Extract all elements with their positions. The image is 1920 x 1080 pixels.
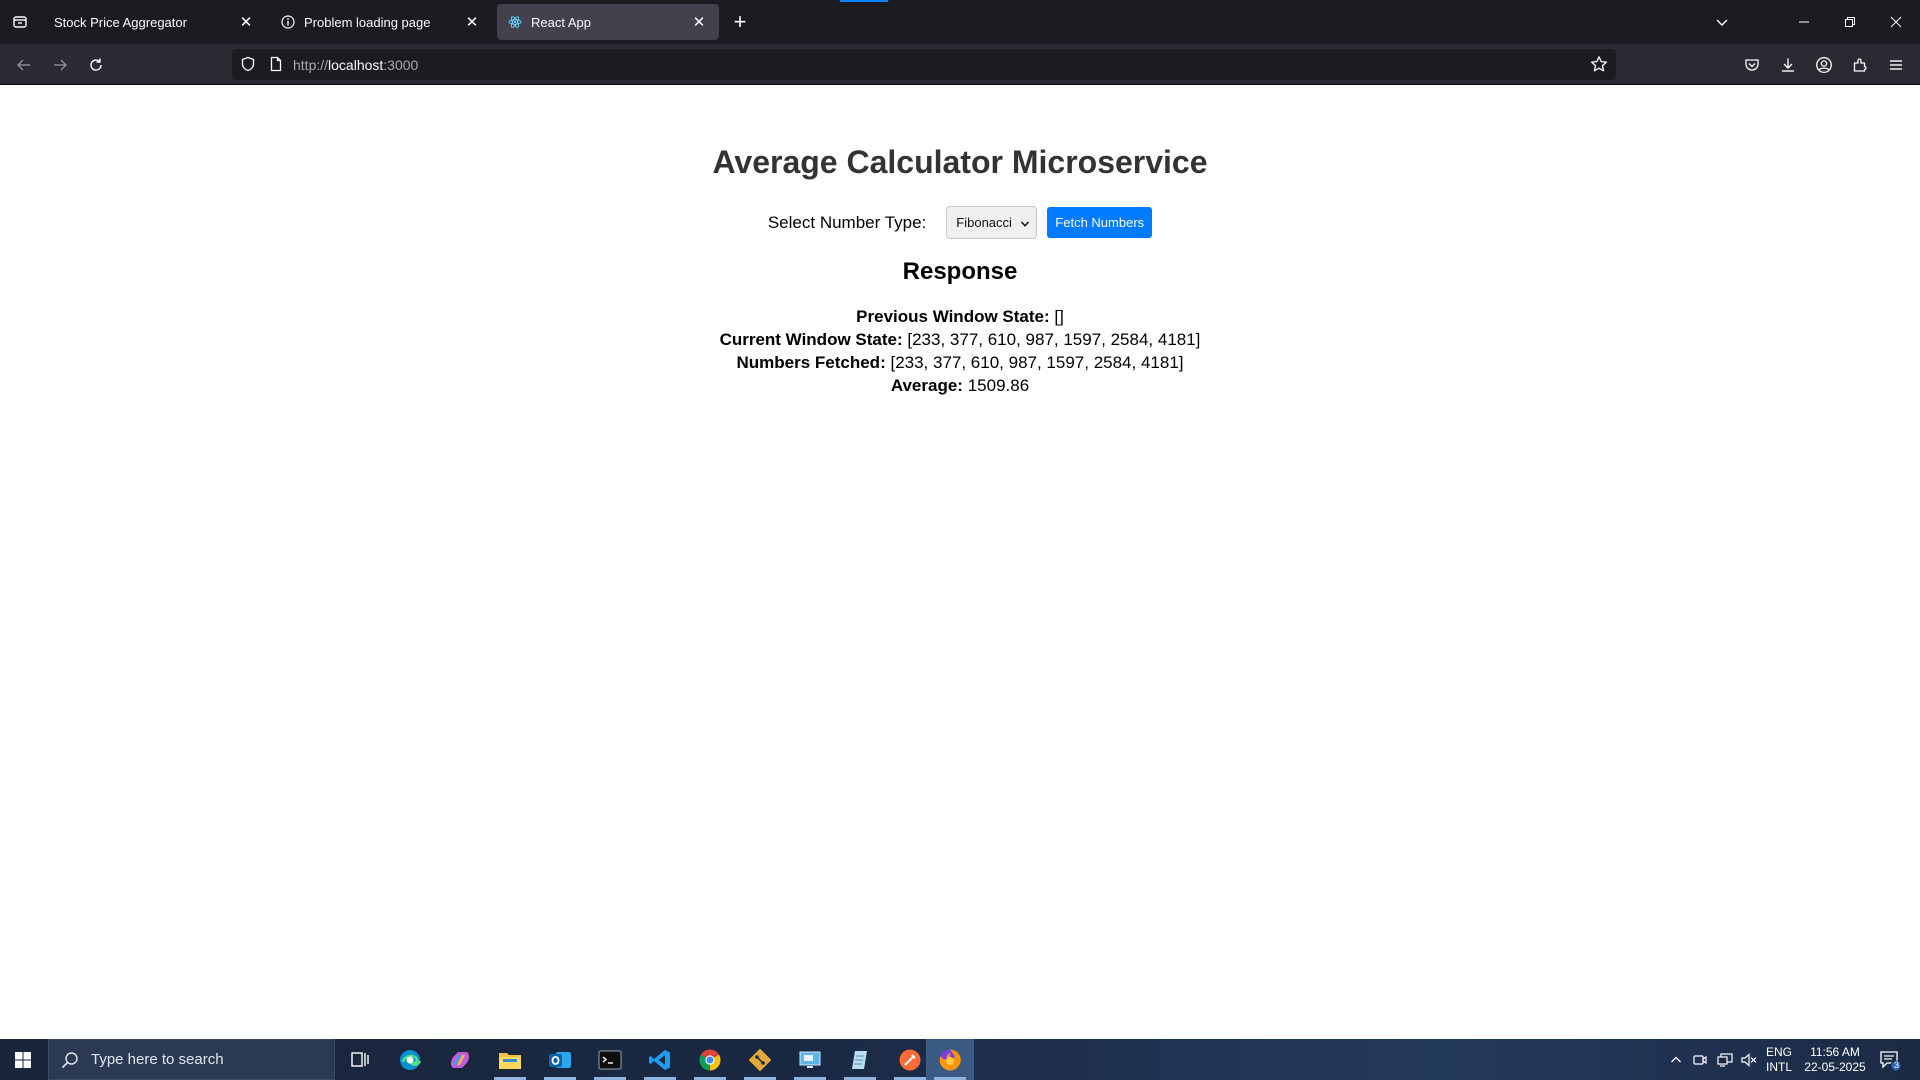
tab-problem-loading-page[interactable]: Problem loading page ✕ bbox=[270, 4, 492, 40]
windows-start-icon[interactable] bbox=[0, 1039, 46, 1080]
keyboard-layout: INTL bbox=[1765, 1059, 1792, 1074]
tab-title: Problem loading page bbox=[304, 14, 431, 30]
remote-desktop-icon[interactable] bbox=[786, 1039, 834, 1080]
forward-icon[interactable] bbox=[46, 51, 74, 79]
shield-icon[interactable] bbox=[240, 56, 256, 72]
firefox-view-icon[interactable] bbox=[8, 10, 32, 34]
previous-window-value: [] bbox=[1054, 307, 1064, 326]
average-label: Average: bbox=[890, 376, 963, 395]
average-value: 1509.86 bbox=[967, 376, 1030, 395]
close-window-icon[interactable] bbox=[1884, 10, 1908, 34]
tab-title: React App bbox=[531, 14, 591, 30]
extensions-icon[interactable] bbox=[1848, 53, 1872, 77]
restore-icon[interactable] bbox=[1838, 10, 1862, 34]
tab-react-app[interactable]: React App ✕ bbox=[497, 4, 719, 40]
url-host: localhost bbox=[328, 57, 384, 73]
current-window-state: Current Window State: [233, 377, 610, 98… bbox=[0, 328, 1920, 351]
outlook-icon[interactable] bbox=[536, 1039, 584, 1080]
language-code: ENG bbox=[1765, 1044, 1792, 1059]
volume-muted-icon[interactable] bbox=[1738, 1039, 1760, 1080]
tab-bar: Stock Price Aggregator ✕ Problem loading… bbox=[0, 0, 1920, 44]
chevron-down-icon[interactable] bbox=[1710, 10, 1734, 34]
page-icon[interactable] bbox=[268, 56, 284, 72]
reload-icon[interactable] bbox=[82, 51, 110, 79]
url-text[interactable]: http://localhost:3000 bbox=[293, 57, 418, 73]
task-view-icon[interactable] bbox=[336, 1039, 384, 1080]
search-icon bbox=[61, 1051, 79, 1069]
chrome-icon[interactable] bbox=[686, 1039, 734, 1080]
number-type-select[interactable]: Fibonacci bbox=[946, 206, 1038, 239]
chevron-up-icon[interactable] bbox=[1666, 1039, 1686, 1080]
response-details: Previous Window State: [] Current Window… bbox=[0, 305, 1920, 397]
response-heading: Response bbox=[902, 258, 1018, 285]
url-bar[interactable]: http://localhost:3000 bbox=[232, 49, 1616, 80]
back-icon[interactable] bbox=[10, 51, 38, 79]
url-port: :3000 bbox=[383, 57, 419, 73]
git-icon[interactable] bbox=[736, 1039, 784, 1080]
meet-now-icon[interactable] bbox=[1690, 1039, 1710, 1080]
new-tab-icon[interactable]: + bbox=[728, 9, 752, 34]
url-scheme: http:// bbox=[293, 57, 329, 73]
account-icon[interactable] bbox=[1812, 53, 1836, 77]
vscode-icon[interactable] bbox=[636, 1039, 684, 1080]
downloads-icon[interactable] bbox=[1776, 53, 1800, 77]
taskbar: Type here to search ENG INTL 11:56 AM 22… bbox=[0, 1039, 1920, 1080]
tab-loading-indicator bbox=[840, 0, 888, 2]
tab-title: Stock Price Aggregator bbox=[54, 14, 187, 30]
network-icon[interactable] bbox=[1714, 1039, 1736, 1080]
close-icon[interactable]: ✕ bbox=[689, 12, 709, 32]
terminal-icon[interactable] bbox=[586, 1039, 634, 1080]
chevron-down-icon bbox=[1020, 217, 1030, 232]
page-content: Average Calculator Microservice Select N… bbox=[0, 85, 1920, 1039]
firefox-icon[interactable] bbox=[926, 1039, 974, 1080]
menu-icon[interactable] bbox=[1884, 53, 1908, 77]
bookmark-star-icon[interactable] bbox=[1590, 55, 1608, 73]
notepad-icon[interactable] bbox=[836, 1039, 884, 1080]
close-icon[interactable]: ✕ bbox=[462, 12, 482, 32]
tab-stock-price-aggregator[interactable]: Stock Price Aggregator ✕ bbox=[44, 4, 266, 40]
react-logo-icon bbox=[507, 14, 523, 30]
file-explorer-icon[interactable] bbox=[486, 1039, 534, 1080]
previous-window-label: Previous Window State: bbox=[856, 307, 1050, 326]
notifications-icon[interactable]: 3 bbox=[1872, 1039, 1908, 1080]
navigation-toolbar: http://localhost:3000 bbox=[0, 44, 1920, 85]
clock-date: 22-05-2025 bbox=[1804, 1059, 1866, 1074]
edge-icon[interactable] bbox=[386, 1039, 434, 1080]
clock[interactable]: 11:56 AM 22-05-2025 bbox=[1800, 1039, 1870, 1080]
notification-count: 3 bbox=[1894, 1060, 1900, 1070]
current-window-value: [233, 377, 610, 987, 1597, 2584, 4181] bbox=[907, 330, 1201, 349]
select-label: Select Number Type: bbox=[767, 212, 927, 232]
language-indicator[interactable]: ENG INTL bbox=[1762, 1039, 1796, 1080]
current-window-label: Current Window State: bbox=[719, 330, 903, 349]
numbers-fetched-value: [233, 377, 610, 987, 1597, 2584, 4181] bbox=[890, 353, 1184, 372]
fetch-numbers-button[interactable]: Fetch Numbers bbox=[1047, 207, 1153, 238]
average: Average: 1509.86 bbox=[0, 374, 1920, 397]
minimize-icon[interactable] bbox=[1792, 10, 1816, 34]
clock-time: 11:56 AM bbox=[1810, 1044, 1860, 1059]
previous-window-state: Previous Window State: [] bbox=[0, 305, 1920, 328]
taskbar-search-box[interactable]: Type here to search bbox=[48, 1039, 335, 1080]
number-type-controls: Select Number Type: Fibonacci Fetch Numb… bbox=[0, 206, 1920, 239]
pocket-icon[interactable] bbox=[1740, 53, 1764, 77]
info-icon bbox=[280, 14, 296, 30]
page-title: Average Calculator Microservice bbox=[712, 144, 1208, 180]
numbers-fetched: Numbers Fetched: [233, 377, 610, 987, 15… bbox=[0, 351, 1920, 374]
numbers-fetched-label: Numbers Fetched: bbox=[736, 353, 886, 372]
copilot-icon[interactable] bbox=[436, 1039, 484, 1080]
close-icon[interactable]: ✕ bbox=[236, 12, 256, 32]
search-placeholder: Type here to search bbox=[91, 1051, 224, 1068]
select-value: Fibonacci bbox=[956, 215, 1012, 230]
